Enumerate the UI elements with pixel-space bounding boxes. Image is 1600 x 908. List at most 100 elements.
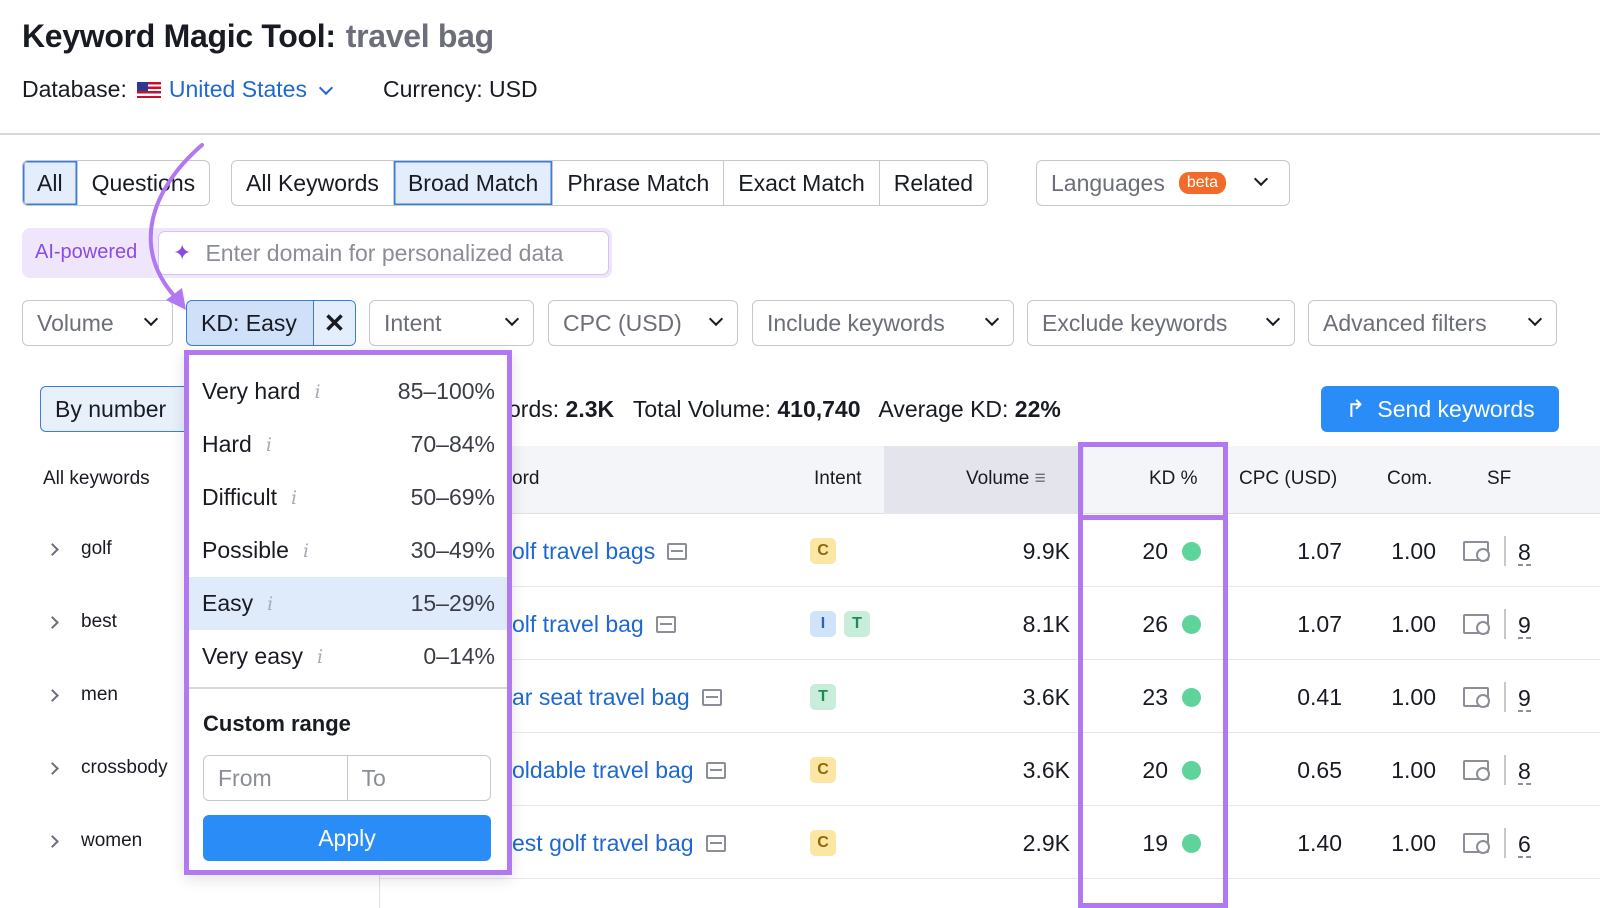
total-volume-label: Total Volume:	[632, 396, 771, 422]
serp-features-icon[interactable]	[705, 762, 726, 779]
tab-exact-match[interactable]: Exact Match	[724, 161, 880, 205]
info-icon[interactable]: i	[317, 646, 323, 668]
serp-snapshot-icon[interactable]	[1463, 614, 1490, 635]
info-icon[interactable]: i	[291, 487, 297, 509]
serp-snapshot-icon[interactable]	[1463, 541, 1490, 562]
kd-option-very-easy[interactable]: Very easy i 0–14%	[189, 630, 507, 683]
serp-features-icon[interactable]	[705, 835, 726, 852]
languages-label: Languages	[1051, 169, 1165, 196]
keywords-count: 2.3K	[565, 396, 615, 422]
kd-option-very-hard[interactable]: Very hard i 85–100%	[189, 365, 507, 418]
kd-filter-label[interactable]: KD: Easy	[187, 301, 313, 345]
sidebar-item-best[interactable]: best	[46, 611, 117, 633]
sort-icon: ≡	[1034, 468, 1046, 489]
close-icon[interactable]: ✕	[313, 301, 355, 345]
chevron-right-icon	[46, 615, 59, 629]
volume-cell: 2.9K	[1022, 830, 1070, 856]
keyword-column-header[interactable]: ord	[512, 468, 539, 490]
intent-column-header[interactable]: Intent	[814, 468, 862, 490]
kd-cell: 23	[1142, 684, 1168, 710]
serp-snapshot-icon[interactable]	[1463, 687, 1490, 708]
kd-filter[interactable]: KD: Easy ✕	[186, 300, 356, 346]
chevron-down-icon	[708, 311, 724, 327]
kd-column-header[interactable]: KD %	[1149, 468, 1198, 490]
total-volume: 410,740	[777, 396, 861, 422]
to-input[interactable]: To	[348, 756, 491, 800]
tab-questions[interactable]: Questions	[78, 161, 210, 205]
include-keywords-filter[interactable]: Include keywords	[752, 300, 1014, 346]
serp-snapshot-icon[interactable]	[1463, 760, 1490, 781]
volume-column-header[interactable]: Volume ≡	[966, 468, 1046, 490]
volume-filter[interactable]: Volume	[22, 300, 173, 346]
intent-badge: C	[810, 538, 836, 564]
average-kd: 22%	[1014, 396, 1061, 422]
divider	[1504, 536, 1506, 566]
cpc-column-header[interactable]: CPC (USD)	[1239, 468, 1337, 490]
chevron-right-icon	[46, 542, 59, 556]
tab-all[interactable]: All	[23, 161, 78, 205]
divider	[189, 687, 507, 689]
match-type-tabs: All Keywords Broad Match Phrase Match Ex…	[231, 160, 989, 206]
sidebar-item-men[interactable]: men	[46, 684, 118, 706]
cpc-filter[interactable]: CPC (USD)	[548, 300, 738, 346]
sf-column-header[interactable]: SF	[1487, 468, 1511, 490]
sf-count[interactable]: 9	[1518, 613, 1531, 639]
from-input[interactable]: From	[204, 756, 348, 800]
us-flag-icon	[136, 81, 161, 98]
serp-snapshot-icon[interactable]	[1463, 833, 1490, 854]
keyword-link[interactable]: olf travel bags	[512, 538, 688, 565]
info-icon[interactable]: i	[303, 540, 309, 562]
languages-dropdown[interactable]: Languages beta	[1036, 160, 1290, 206]
kd-option-possible[interactable]: Possible i 30–49%	[189, 524, 507, 577]
kd-dot-icon	[1182, 834, 1201, 853]
info-icon[interactable]: i	[266, 434, 272, 456]
volume-cell: 8.1K	[1022, 611, 1070, 637]
apply-button[interactable]: Apply	[203, 815, 491, 861]
database-selector[interactable]: United States	[169, 76, 334, 103]
all-keywords-header[interactable]: All keywords	[43, 468, 150, 490]
com-column-header[interactable]: Com.	[1387, 468, 1432, 490]
sidebar-item-golf[interactable]: golf	[46, 538, 112, 560]
kd-option-easy[interactable]: Easy i 15–29%	[189, 577, 507, 630]
intent-filter[interactable]: Intent	[369, 300, 534, 346]
chevron-down-icon	[318, 80, 334, 96]
serp-features-icon[interactable]	[667, 543, 688, 560]
keyword-link[interactable]: oldable travel bag	[512, 757, 726, 784]
keyword-link[interactable]: olf travel bag	[512, 611, 676, 638]
tab-phrase-match[interactable]: Phrase Match	[553, 161, 725, 205]
by-number-button[interactable]: By number	[40, 386, 190, 432]
sf-count[interactable]: 8	[1518, 759, 1531, 785]
serp-features-icon[interactable]	[701, 689, 722, 706]
tab-broad-match[interactable]: Broad Match	[393, 161, 554, 205]
advanced-filters[interactable]: Advanced filters	[1308, 300, 1557, 346]
kd-cell: 20	[1142, 757, 1168, 783]
sf-count[interactable]: 8	[1518, 540, 1531, 566]
domain-input[interactable]: ✦ Enter domain for personalized data	[158, 231, 609, 275]
com-cell: 1.00	[1391, 684, 1436, 710]
divider	[1504, 828, 1506, 858]
sidebar-item-crossbody[interactable]: crossbody	[46, 757, 168, 779]
keyword-link[interactable]: est golf travel bag	[512, 830, 726, 857]
chevron-down-icon	[984, 311, 1000, 327]
info-icon[interactable]: i	[314, 381, 320, 403]
kd-option-difficult[interactable]: Difficult i 50–69%	[189, 471, 507, 524]
cpc-cell: 1.40	[1297, 830, 1342, 856]
chevron-down-icon	[504, 311, 520, 327]
kd-cell: 19	[1142, 830, 1168, 856]
kd-dot-icon	[1182, 542, 1201, 561]
kd-option-hard[interactable]: Hard i 70–84%	[189, 418, 507, 471]
sf-count[interactable]: 6	[1518, 832, 1531, 858]
tab-related[interactable]: Related	[880, 161, 987, 205]
serp-features-icon[interactable]	[655, 616, 676, 633]
exclude-keywords-filter[interactable]: Exclude keywords	[1027, 300, 1295, 346]
sf-count[interactable]: 9	[1518, 686, 1531, 712]
keyword-link[interactable]: ar seat travel bag	[512, 684, 722, 711]
info-icon[interactable]: i	[267, 593, 273, 615]
chevron-right-icon	[46, 834, 59, 848]
tab-all-keywords[interactable]: All Keywords	[232, 161, 394, 205]
intent-badge: C	[810, 757, 836, 783]
send-keywords-button[interactable]: ↱ Send keywords	[1321, 386, 1559, 432]
sidebar-item-women[interactable]: women	[46, 830, 142, 852]
custom-range-inputs: From To	[203, 755, 491, 801]
domain-input-placeholder: Enter domain for personalized data	[205, 239, 564, 266]
